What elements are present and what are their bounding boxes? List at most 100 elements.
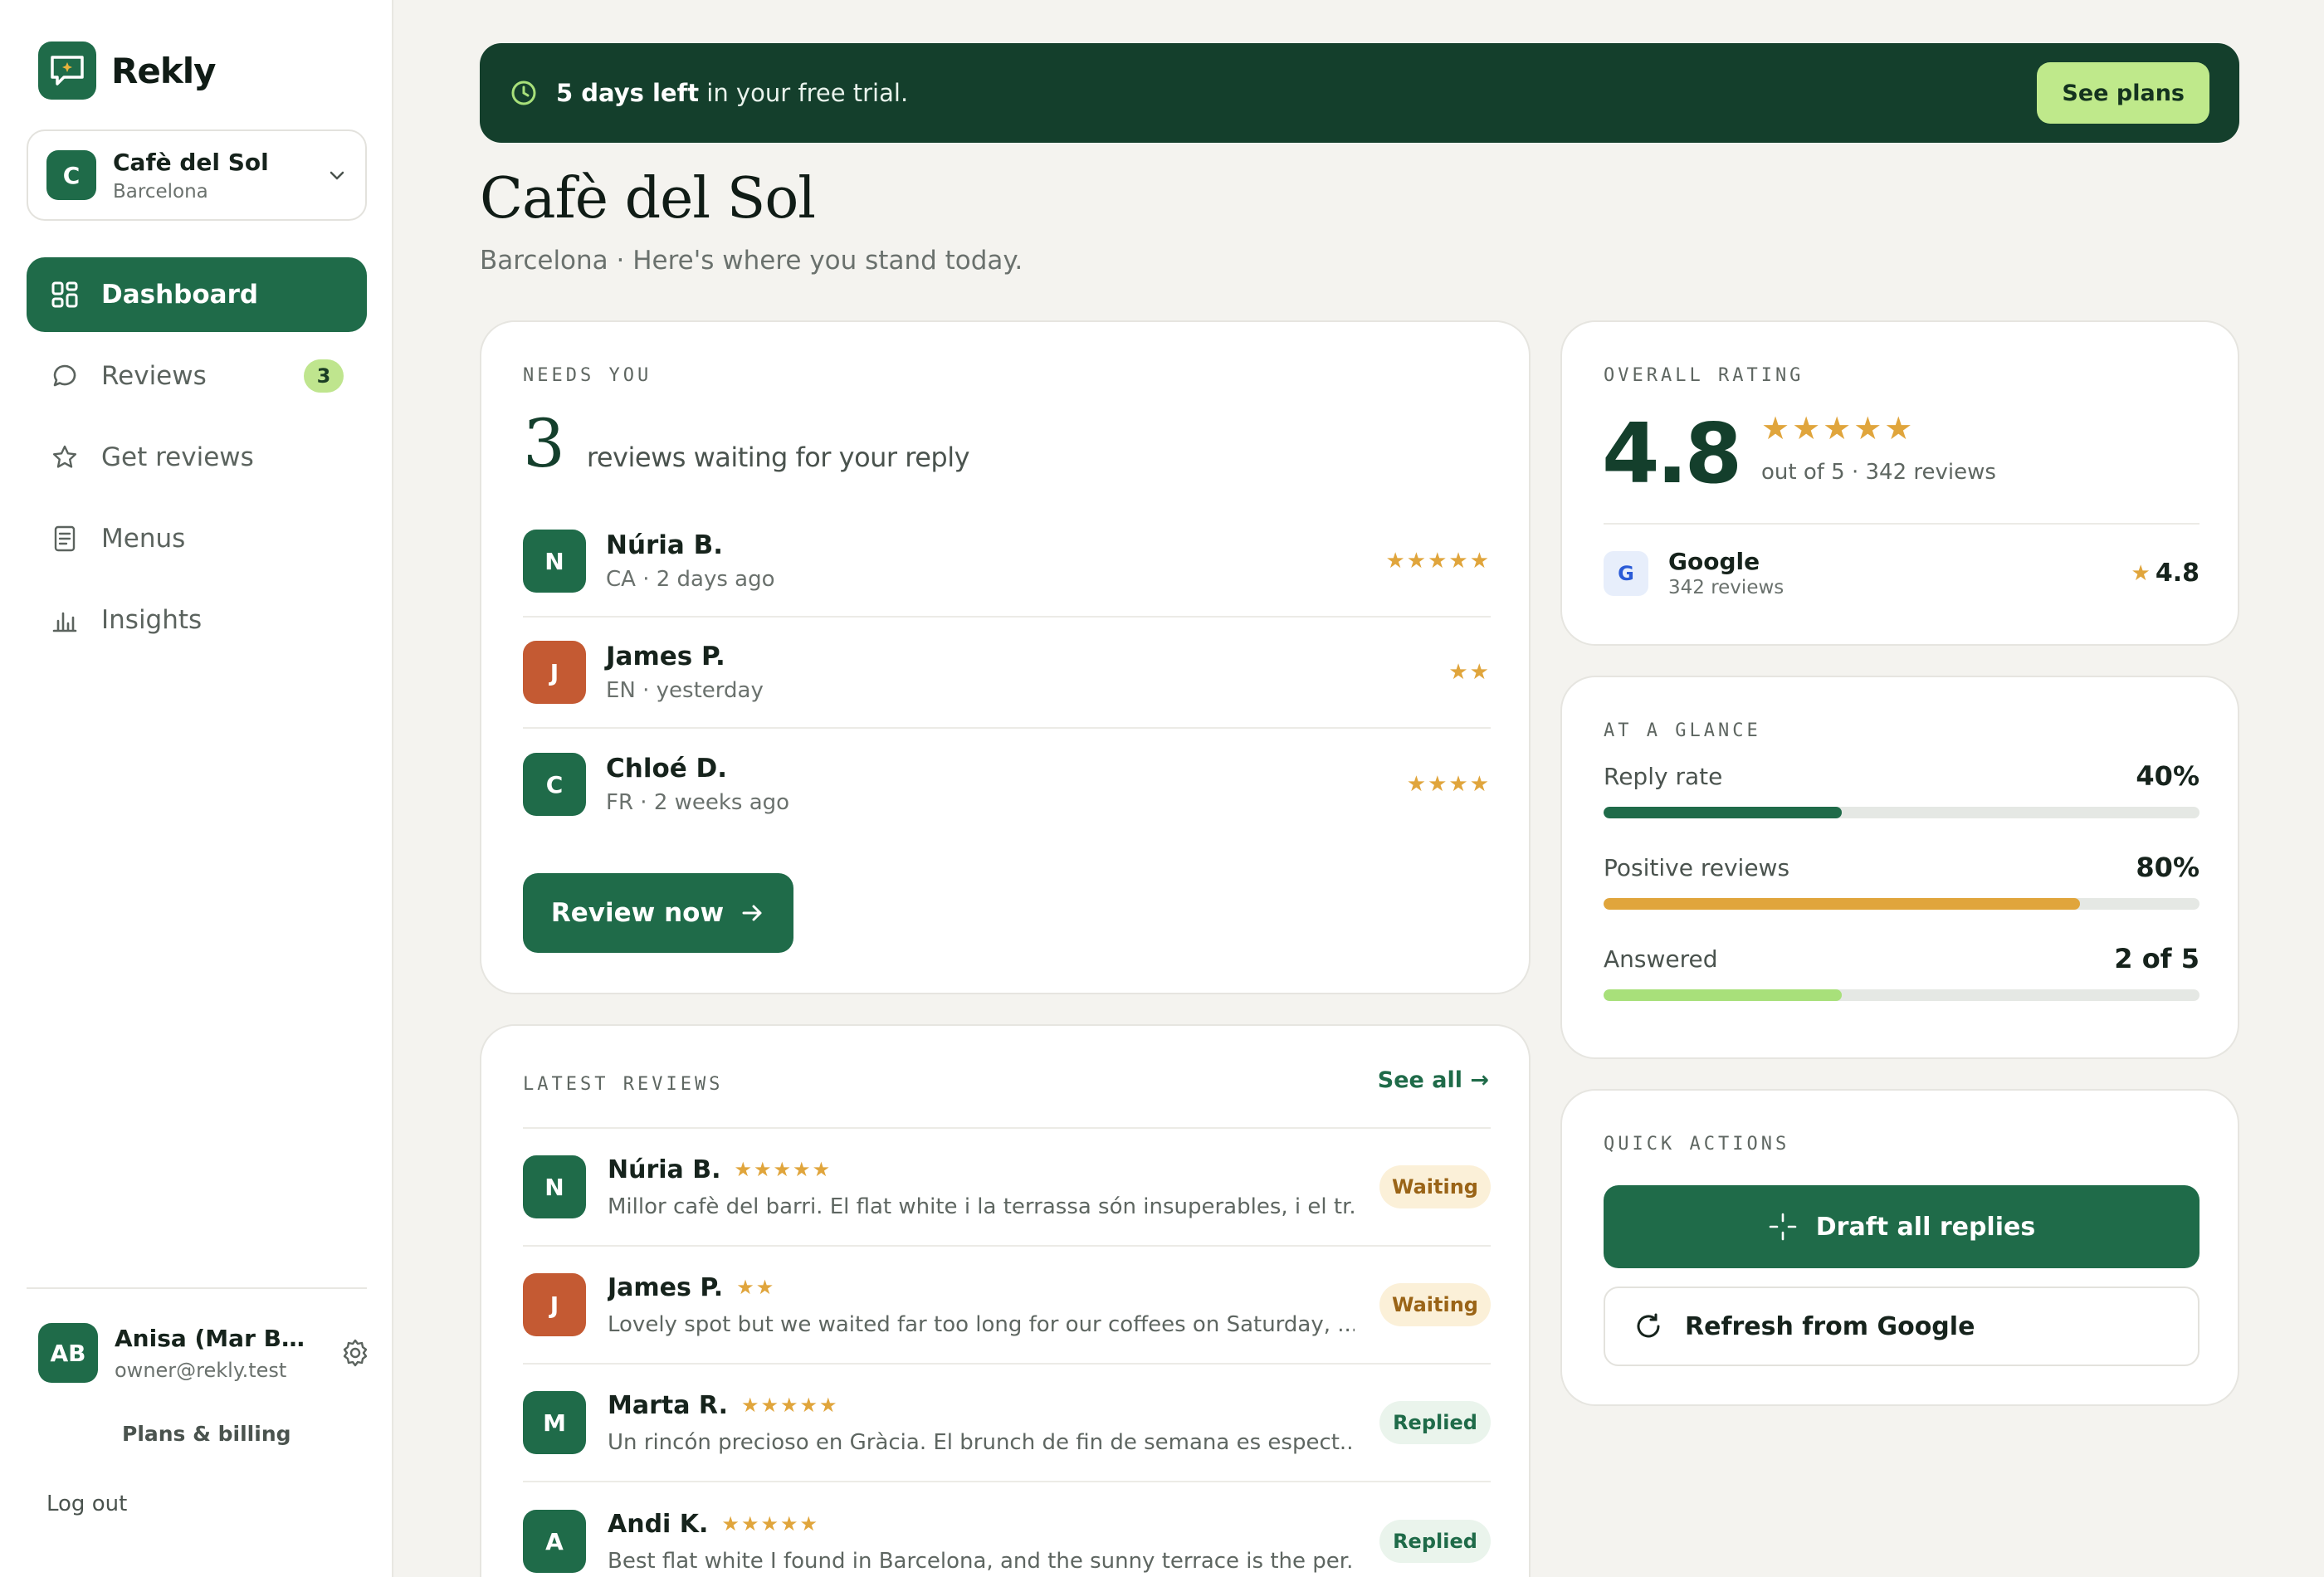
metric-label: Answered [1604,945,1718,973]
business-switcher[interactable]: C Cafè del Sol Barcelona [27,129,367,221]
reviewer-name: James P. [608,1272,724,1302]
user-email: owner@rekly.test [115,1358,287,1382]
reviewer-name: Núria B. [608,1155,721,1184]
logo-chat-icon [38,42,96,100]
waiting-text: reviews waiting for your reply [586,442,970,473]
main-nav: Dashboard Reviews 3 Get reviews Menus In… [27,257,367,664]
metric-value: 40% [2136,760,2200,792]
review-row[interactable]: J James P. ★★ Lovely spot but we waited f… [523,1247,1491,1365]
user-profile[interactable]: AB Anisa (Mar Bea... owner@rekly.test [38,1323,370,1383]
refresh-from-google-button[interactable]: Refresh from Google [1604,1286,2200,1366]
review-meta: FR · 2 weeks ago [606,790,790,815]
app-logo[interactable]: Rekly [38,42,217,100]
star-rating: ★★★★ [1406,772,1491,797]
pending-review-row[interactable]: J James P. EN · yesterday ★★ [523,618,1491,729]
review-now-button[interactable]: Review now [523,873,793,953]
review-row[interactable]: N Núria B. ★★★★★ Millor cafè del barri. E… [523,1129,1491,1247]
review-meta: CA · 2 days ago [606,567,775,592]
star-outline-icon [50,442,80,472]
nav-label: Reviews [101,361,207,391]
status-badge: Waiting [1379,1283,1491,1326]
needs-you-card: NEEDS YOU 3 reviews waiting for your rep… [480,320,1531,994]
reviews-count-badge: 3 [304,359,344,393]
status-badge: Replied [1379,1520,1491,1563]
business-city: Barcelona [113,180,208,203]
nav-item-menus[interactable]: Menus [27,501,367,576]
see-plans-button[interactable]: See plans [2037,62,2209,124]
trial-rest: in your free trial. [699,79,909,107]
metric-answered: Answered 2 of 5 [1604,943,2200,1034]
pending-review-row[interactable]: C Chloé D. FR · 2 weeks ago ★★★★ [523,729,1491,840]
review-excerpt: Un rincón precioso en Gràcia. El brunch … [608,1429,1355,1455]
review-row[interactable]: M Marta R. ★★★★★ Un rincón precioso en Gr… [523,1365,1491,1482]
document-icon [50,524,80,554]
user-avatar: AB [38,1323,98,1383]
trial-message: 5 days left in your free trial. [556,79,2037,107]
quick-actions-eyebrow: QUICK ACTIONS [1604,1134,1790,1155]
progress-fill [1604,989,1843,1001]
nav-item-insights[interactable]: Insights [27,583,367,657]
status-badge: Replied [1379,1401,1491,1444]
sidebar-divider [27,1287,367,1289]
star-rating: ★★★★★ [1761,410,1916,447]
at-a-glance-card: AT A GLANCE Reply rate 40% Positive revie… [1560,676,2239,1059]
star-icon: ★ [2131,560,2151,586]
metric-value: 2 of 5 [2114,943,2200,974]
star-rating: ★★★★★ [721,1512,819,1536]
star-rating: ★★ [736,1276,776,1299]
see-all-link[interactable]: See all → [1378,1067,1489,1093]
review-now-label: Review now [550,898,725,928]
app-name: Rekly [111,50,217,91]
sidebar: Rekly C Cafè del Sol Barcelona Dashboard… [0,0,393,1577]
reviewer-avatar: N [523,530,586,593]
trial-days-left: 5 days left [556,79,700,107]
business-avatar: C [46,150,96,200]
review-row[interactable]: A Andi K. ★★★★★ Best flat white I found i… [523,1482,1491,1577]
reviewer-avatar: C [523,753,586,816]
logout-link[interactable]: Log out [46,1492,127,1516]
rating-detail: out of 5 · 342 reviews [1761,460,1996,485]
star-rating: ★★★★★ [740,1394,839,1417]
sparkle-icon [1769,1213,1797,1241]
progress-bar [1604,989,2200,1001]
metric-positive-reviews: Positive reviews 80% [1604,852,2200,943]
reviewer-name: James P. [606,642,725,671]
user-name: Anisa (Mar Bea... [115,1324,314,1352]
nav-item-dashboard[interactable]: Dashboard [27,257,367,332]
overall-rating-eyebrow: OVERALL RATING [1604,365,1804,386]
star-rating: ★★★★★ [734,1158,832,1181]
nav-label: Menus [101,524,186,554]
star-rating: ★★★★★ [1385,549,1491,574]
page-subtitle: Barcelona · Here's where you stand today… [480,246,1023,276]
draft-all-replies-button[interactable]: Draft all replies [1604,1185,2200,1268]
metric-value: 80% [2136,852,2200,883]
arrow-right-icon [742,905,762,921]
rating-divider [1604,523,2200,525]
reviewer-avatar: J [523,641,586,704]
nav-label: Insights [101,605,203,635]
reviewer-name: Andi K. [608,1509,709,1539]
pending-review-row[interactable]: N Núria B. CA · 2 days ago ★★★★★ [523,506,1491,618]
nav-item-reviews[interactable]: Reviews 3 [27,339,367,413]
reviewer-name: Marta R. [608,1390,728,1420]
latest-reviews-eyebrow: LATEST REVIEWS [523,1074,724,1095]
chat-bubble-icon [50,361,80,391]
google-source-row[interactable]: G Google 342 reviews ★ 4.8 [1604,548,2200,598]
gear-icon[interactable] [340,1338,370,1368]
reviewer-avatar: A [523,1510,586,1573]
draft-all-label: Draft all replies [1815,1212,2036,1242]
google-icon: G [1604,550,1648,596]
at-a-glance-eyebrow: AT A GLANCE [1604,720,1761,741]
review-meta: EN · yesterday [606,678,764,703]
business-name: Cafè del Sol [113,148,269,176]
grid-icon [50,280,80,310]
rating-value: 4.8 [1602,405,1742,502]
page-title: Cafè del Sol [480,166,816,232]
progress-fill [1604,807,1843,818]
review-excerpt: Millor cafè del barri. El flat white i l… [608,1194,1355,1219]
bar-chart-icon [50,605,80,635]
nav-item-get-reviews[interactable]: Get reviews [27,420,367,495]
metric-label: Reply rate [1604,762,1723,790]
plans-billing-link[interactable]: Plans & billing [122,1422,291,1446]
progress-bar [1604,807,2200,818]
